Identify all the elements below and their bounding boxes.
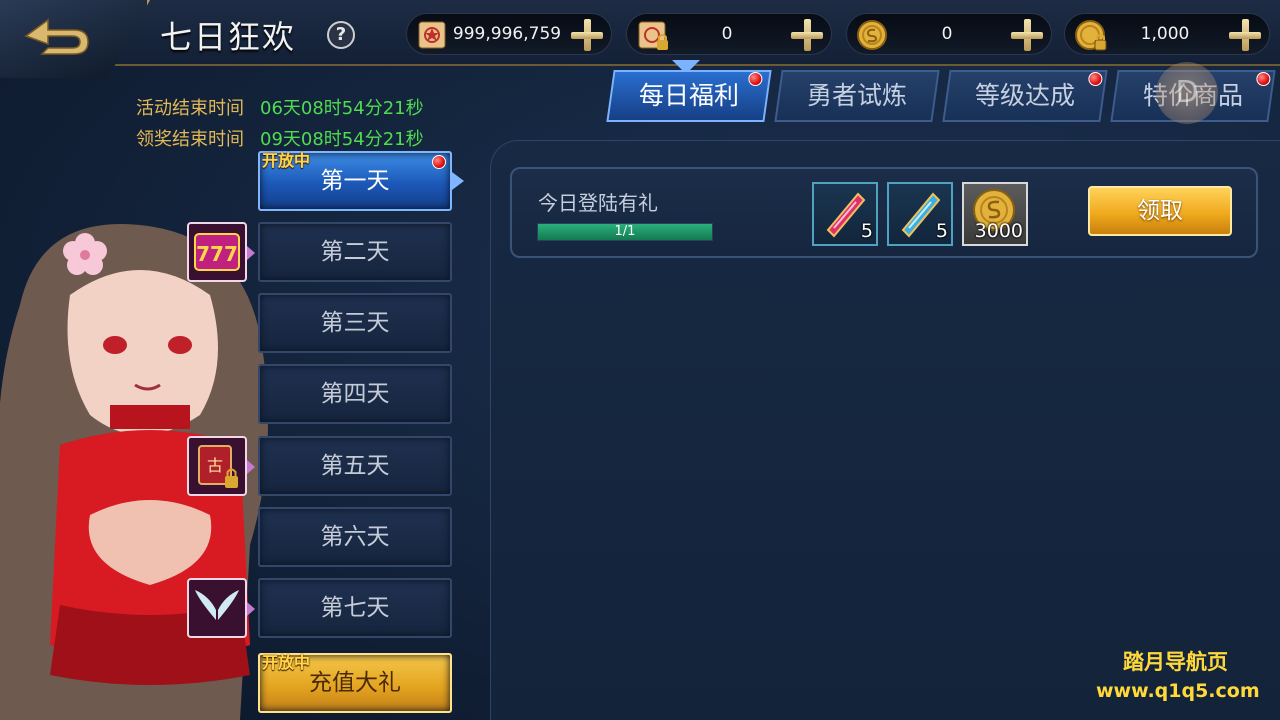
tab-label: 等级达成 <box>974 81 1075 110</box>
resource-value: 0 <box>941 24 953 44</box>
reward-item[interactable]: 3000 <box>962 182 1028 246</box>
day-label: 第四天 <box>320 381 390 407</box>
task-progress-bar: 1/1 <box>537 223 713 241</box>
notification-dot <box>1088 72 1103 86</box>
task-card: 今日登陆有礼 1/1 5 5 3000 领取 <box>510 167 1258 258</box>
activity-end-timer: 活动结束时间 06天08时54分21秒 <box>136 94 424 120</box>
scroll-icon <box>418 21 446 49</box>
day-button-1[interactable]: 开放中 第一天 <box>258 151 452 211</box>
gold-coin-icon <box>857 20 887 50</box>
status-tag: 开放中 <box>262 653 311 672</box>
reward-item[interactable]: 5 <box>887 182 953 246</box>
timer-label: 领奖结束时间 <box>136 129 244 150</box>
timer-label: 活动结束时间 <box>136 98 244 119</box>
notification-dot <box>1256 72 1271 86</box>
reward-qty: 5 <box>935 220 948 242</box>
day-button-3[interactable]: 第三天 <box>258 293 452 353</box>
day-button-5[interactable]: 第五天 <box>258 436 452 496</box>
watermark-title: 踏月导航页 <box>1123 650 1228 674</box>
wings-graphic <box>195 590 239 620</box>
resource-locked-gold: 1,000 <box>1064 13 1270 55</box>
day-button-6[interactable]: 第六天 <box>258 507 452 567</box>
locked-scroll-icon <box>638 21 668 50</box>
floating-assist-button[interactable]: D <box>1156 62 1218 124</box>
back-arrow-icon <box>24 18 89 55</box>
tab-daily-welfare[interactable]: 每日福利 <box>606 70 772 122</box>
reward-item[interactable]: 5 <box>812 182 878 246</box>
claim-end-timer: 领奖结束时间 09天08时54分21秒 <box>136 125 424 151</box>
character-illustration <box>0 224 268 720</box>
add-button[interactable] <box>789 17 825 53</box>
day-label: 第七天 <box>320 595 390 621</box>
selected-pointer-icon <box>452 172 464 190</box>
resource-value: 1,000 <box>1140 24 1190 44</box>
notification-dot <box>432 155 446 169</box>
add-button[interactable] <box>1009 17 1045 53</box>
resource-scroll: 999,996,759 <box>406 13 612 55</box>
claim-button[interactable]: 领取 <box>1088 186 1232 236</box>
back-button[interactable] <box>0 0 150 78</box>
tab-level-reached[interactable]: 等级达成 <box>942 70 1108 122</box>
locked-gold-coin-icon <box>1075 20 1107 51</box>
day-label: 第一天 <box>320 168 390 194</box>
tab-hero-trial[interactable]: 勇者试炼 <box>774 70 940 122</box>
slot-777-icon[interactable]: 777 <box>187 222 255 282</box>
tab-label: 勇者试炼 <box>806 81 907 110</box>
add-button[interactable] <box>1227 17 1263 53</box>
resource-value: 0 <box>721 24 733 44</box>
day-label: 第三天 <box>320 310 390 336</box>
recharge-label: 充值大礼 <box>309 670 401 696</box>
svg-text:777: 777 <box>196 242 238 266</box>
reward-qty: 5 <box>860 220 873 242</box>
tab-label: 每日福利 <box>638 81 739 110</box>
recharge-gift-button[interactable]: 开放中 充值大礼 <box>258 653 452 713</box>
day-label: 第二天 <box>320 239 390 265</box>
resource-value: 999,996,759 <box>452 24 562 44</box>
page-title: 七日狂欢 <box>160 18 297 56</box>
spellbook-graphic: 古 <box>198 445 238 488</box>
angel-wings-icon[interactable] <box>187 578 255 638</box>
timer-value: 06天08时54分21秒 <box>260 98 424 119</box>
task-name: 今日登陆有礼 <box>538 191 658 215</box>
day-button-2[interactable]: 第二天 <box>258 222 452 282</box>
day-label: 第六天 <box>320 524 390 550</box>
resource-gold: 0 <box>846 13 1052 55</box>
day-button-4[interactable]: 第四天 <box>258 364 452 424</box>
day-button-7[interactable]: 第七天 <box>258 578 452 638</box>
svg-text:古: 古 <box>207 456 223 475</box>
locked-spellbook-icon[interactable]: 古 <box>187 436 255 496</box>
resource-locked-scroll: 0 <box>626 13 832 55</box>
status-tag: 开放中 <box>262 151 311 170</box>
day-label: 第五天 <box>320 453 390 479</box>
slot-777-graphic: 777 <box>194 233 240 271</box>
watermark-url: www.q1q5.com <box>1096 680 1260 702</box>
add-button[interactable] <box>569 17 605 53</box>
progress-text: 1/1 <box>614 224 636 239</box>
timer-value: 09天08时54分21秒 <box>260 129 424 150</box>
reward-qty: 3000 <box>974 220 1023 242</box>
help-button[interactable]: ? <box>327 21 355 49</box>
notification-dot <box>748 72 763 86</box>
